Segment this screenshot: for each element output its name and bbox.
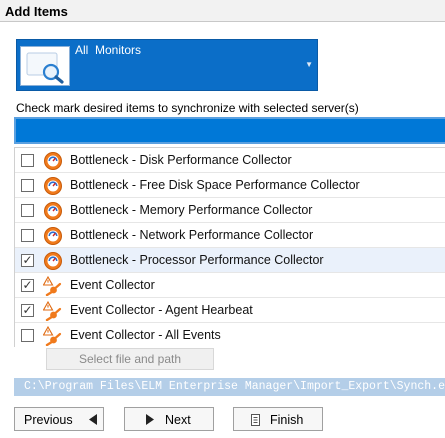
- list-item[interactable]: Bottleneck - Memory Performance Collecto…: [15, 198, 445, 223]
- checkmark-icon: ✓: [22, 278, 33, 292]
- chevron-down-icon: ▼: [305, 60, 313, 69]
- finish-button[interactable]: Finish: [233, 407, 323, 431]
- dialog-title: Add Items: [5, 4, 68, 19]
- event-collector-icon: [42, 300, 63, 322]
- item-checkbox[interactable]: [21, 329, 34, 342]
- item-checkbox[interactable]: ✓: [21, 303, 34, 317]
- magnifier-monitor-icon: [20, 46, 70, 86]
- event-collector-icon: [42, 325, 63, 347]
- list-item[interactable]: ✓ Bottleneck - Processor Performance Coll…: [15, 248, 445, 273]
- list-item[interactable]: Bottleneck - Disk Performance Collector: [15, 148, 445, 173]
- performance-collector-icon: [43, 226, 63, 246]
- performance-collector-icon: [43, 176, 63, 196]
- item-checkbox[interactable]: [21, 179, 34, 192]
- previous-button-label: Previous: [24, 413, 73, 427]
- previous-button[interactable]: Previous: [14, 407, 104, 431]
- item-label: Bottleneck - Disk Performance Collector: [70, 153, 292, 167]
- list-item[interactable]: ✓ Event Collector - Agent Hearbeat: [15, 298, 445, 323]
- list-item[interactable]: Bottleneck - Network Performance Collect…: [15, 223, 445, 248]
- performance-collector-icon: [43, 151, 63, 171]
- monitor-type-value: All Monitors: [75, 43, 142, 57]
- item-checkbox[interactable]: ✓: [21, 253, 34, 267]
- item-checkbox[interactable]: ✓: [21, 278, 34, 292]
- checkmark-icon: ✓: [22, 253, 33, 267]
- monitor-type-dropdown[interactable]: All Monitors ▼: [16, 39, 318, 91]
- finish-flag-icon: [251, 414, 260, 429]
- item-label: Bottleneck - Network Performance Collect…: [70, 228, 314, 242]
- filter-input[interactable]: [14, 117, 445, 144]
- arrow-right-icon: [145, 414, 155, 428]
- item-checkbox[interactable]: [21, 154, 34, 167]
- item-checkbox[interactable]: [21, 229, 34, 242]
- item-label: Bottleneck - Memory Performance Collecto…: [70, 203, 313, 217]
- instruction-text: Check mark desired items to synchronize …: [16, 101, 359, 115]
- item-label: Event Collector - Agent Hearbeat: [70, 303, 253, 317]
- list-item[interactable]: Bottleneck - Free Disk Space Performance…: [15, 173, 445, 198]
- item-label: Bottleneck - Free Disk Space Performance…: [70, 178, 360, 192]
- finish-button-label: Finish: [270, 413, 304, 427]
- list-item[interactable]: ✓ Event Collector: [15, 273, 445, 298]
- select-file-button[interactable]: Select file and path: [46, 348, 214, 370]
- event-collector-icon: [42, 275, 63, 297]
- item-label: Event Collector - All Events: [70, 328, 221, 342]
- performance-collector-icon: [43, 201, 63, 221]
- next-button-label: Next: [165, 413, 191, 427]
- arrow-left-icon: [88, 414, 98, 428]
- file-path-field[interactable]: C:\Program Files\ELM Enterprise Manager\…: [14, 378, 445, 396]
- dialog-header: Add Items: [0, 0, 445, 22]
- item-checkbox[interactable]: [21, 204, 34, 217]
- list-item[interactable]: Event Collector - All Events: [15, 323, 445, 347]
- next-button[interactable]: Next: [124, 407, 214, 431]
- item-label: Bottleneck - Processor Performance Colle…: [70, 253, 324, 267]
- performance-collector-icon: [43, 251, 63, 271]
- checkmark-icon: ✓: [22, 303, 33, 317]
- item-label: Event Collector: [70, 278, 155, 292]
- items-list: Bottleneck - Disk Performance Collector B…: [14, 147, 445, 347]
